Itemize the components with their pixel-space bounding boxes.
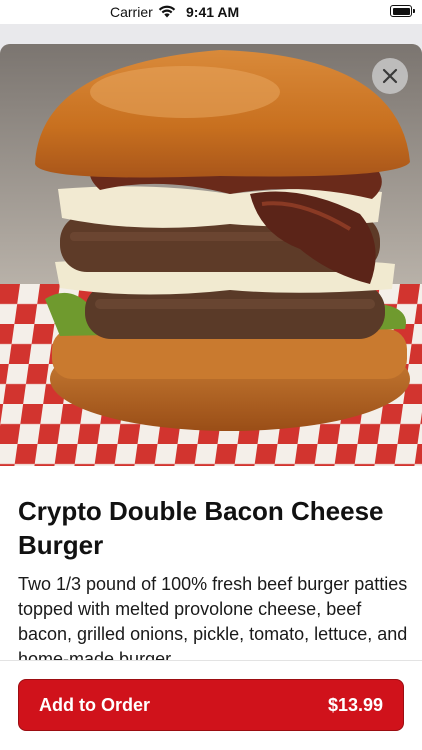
add-to-order-label: Add to Order <box>39 695 150 715</box>
burger-illustration <box>0 44 422 466</box>
item-detail-sheet: Crypto Double Bacon Cheese Burger Two 1/… <box>0 44 422 750</box>
add-to-order-button[interactable]: Add to Order $13.99 <box>18 679 404 731</box>
burger-photo <box>0 44 422 466</box>
item-info: Crypto Double Bacon Cheese Burger Two 1/… <box>18 494 408 672</box>
wifi-icon <box>158 5 176 18</box>
screen: Carrier 9:41 AM Crypto Double Bacon Chee… <box>0 0 422 750</box>
status-bar: Carrier 9:41 AM <box>0 0 422 24</box>
close-icon <box>382 68 398 84</box>
status-time: 9:41 AM <box>186 4 240 20</box>
item-description: Two 1/3 pound of 100% fresh beef burger … <box>18 574 408 669</box>
item-title: Crypto Double Bacon Cheese Burger <box>18 496 384 560</box>
item-price: $13.99 <box>327 695 383 715</box>
close-button[interactable] <box>372 58 408 94</box>
order-footer: Add to Order $13.99 <box>0 660 422 750</box>
battery-icon <box>390 5 415 17</box>
carrier-label: Carrier <box>110 4 153 20</box>
